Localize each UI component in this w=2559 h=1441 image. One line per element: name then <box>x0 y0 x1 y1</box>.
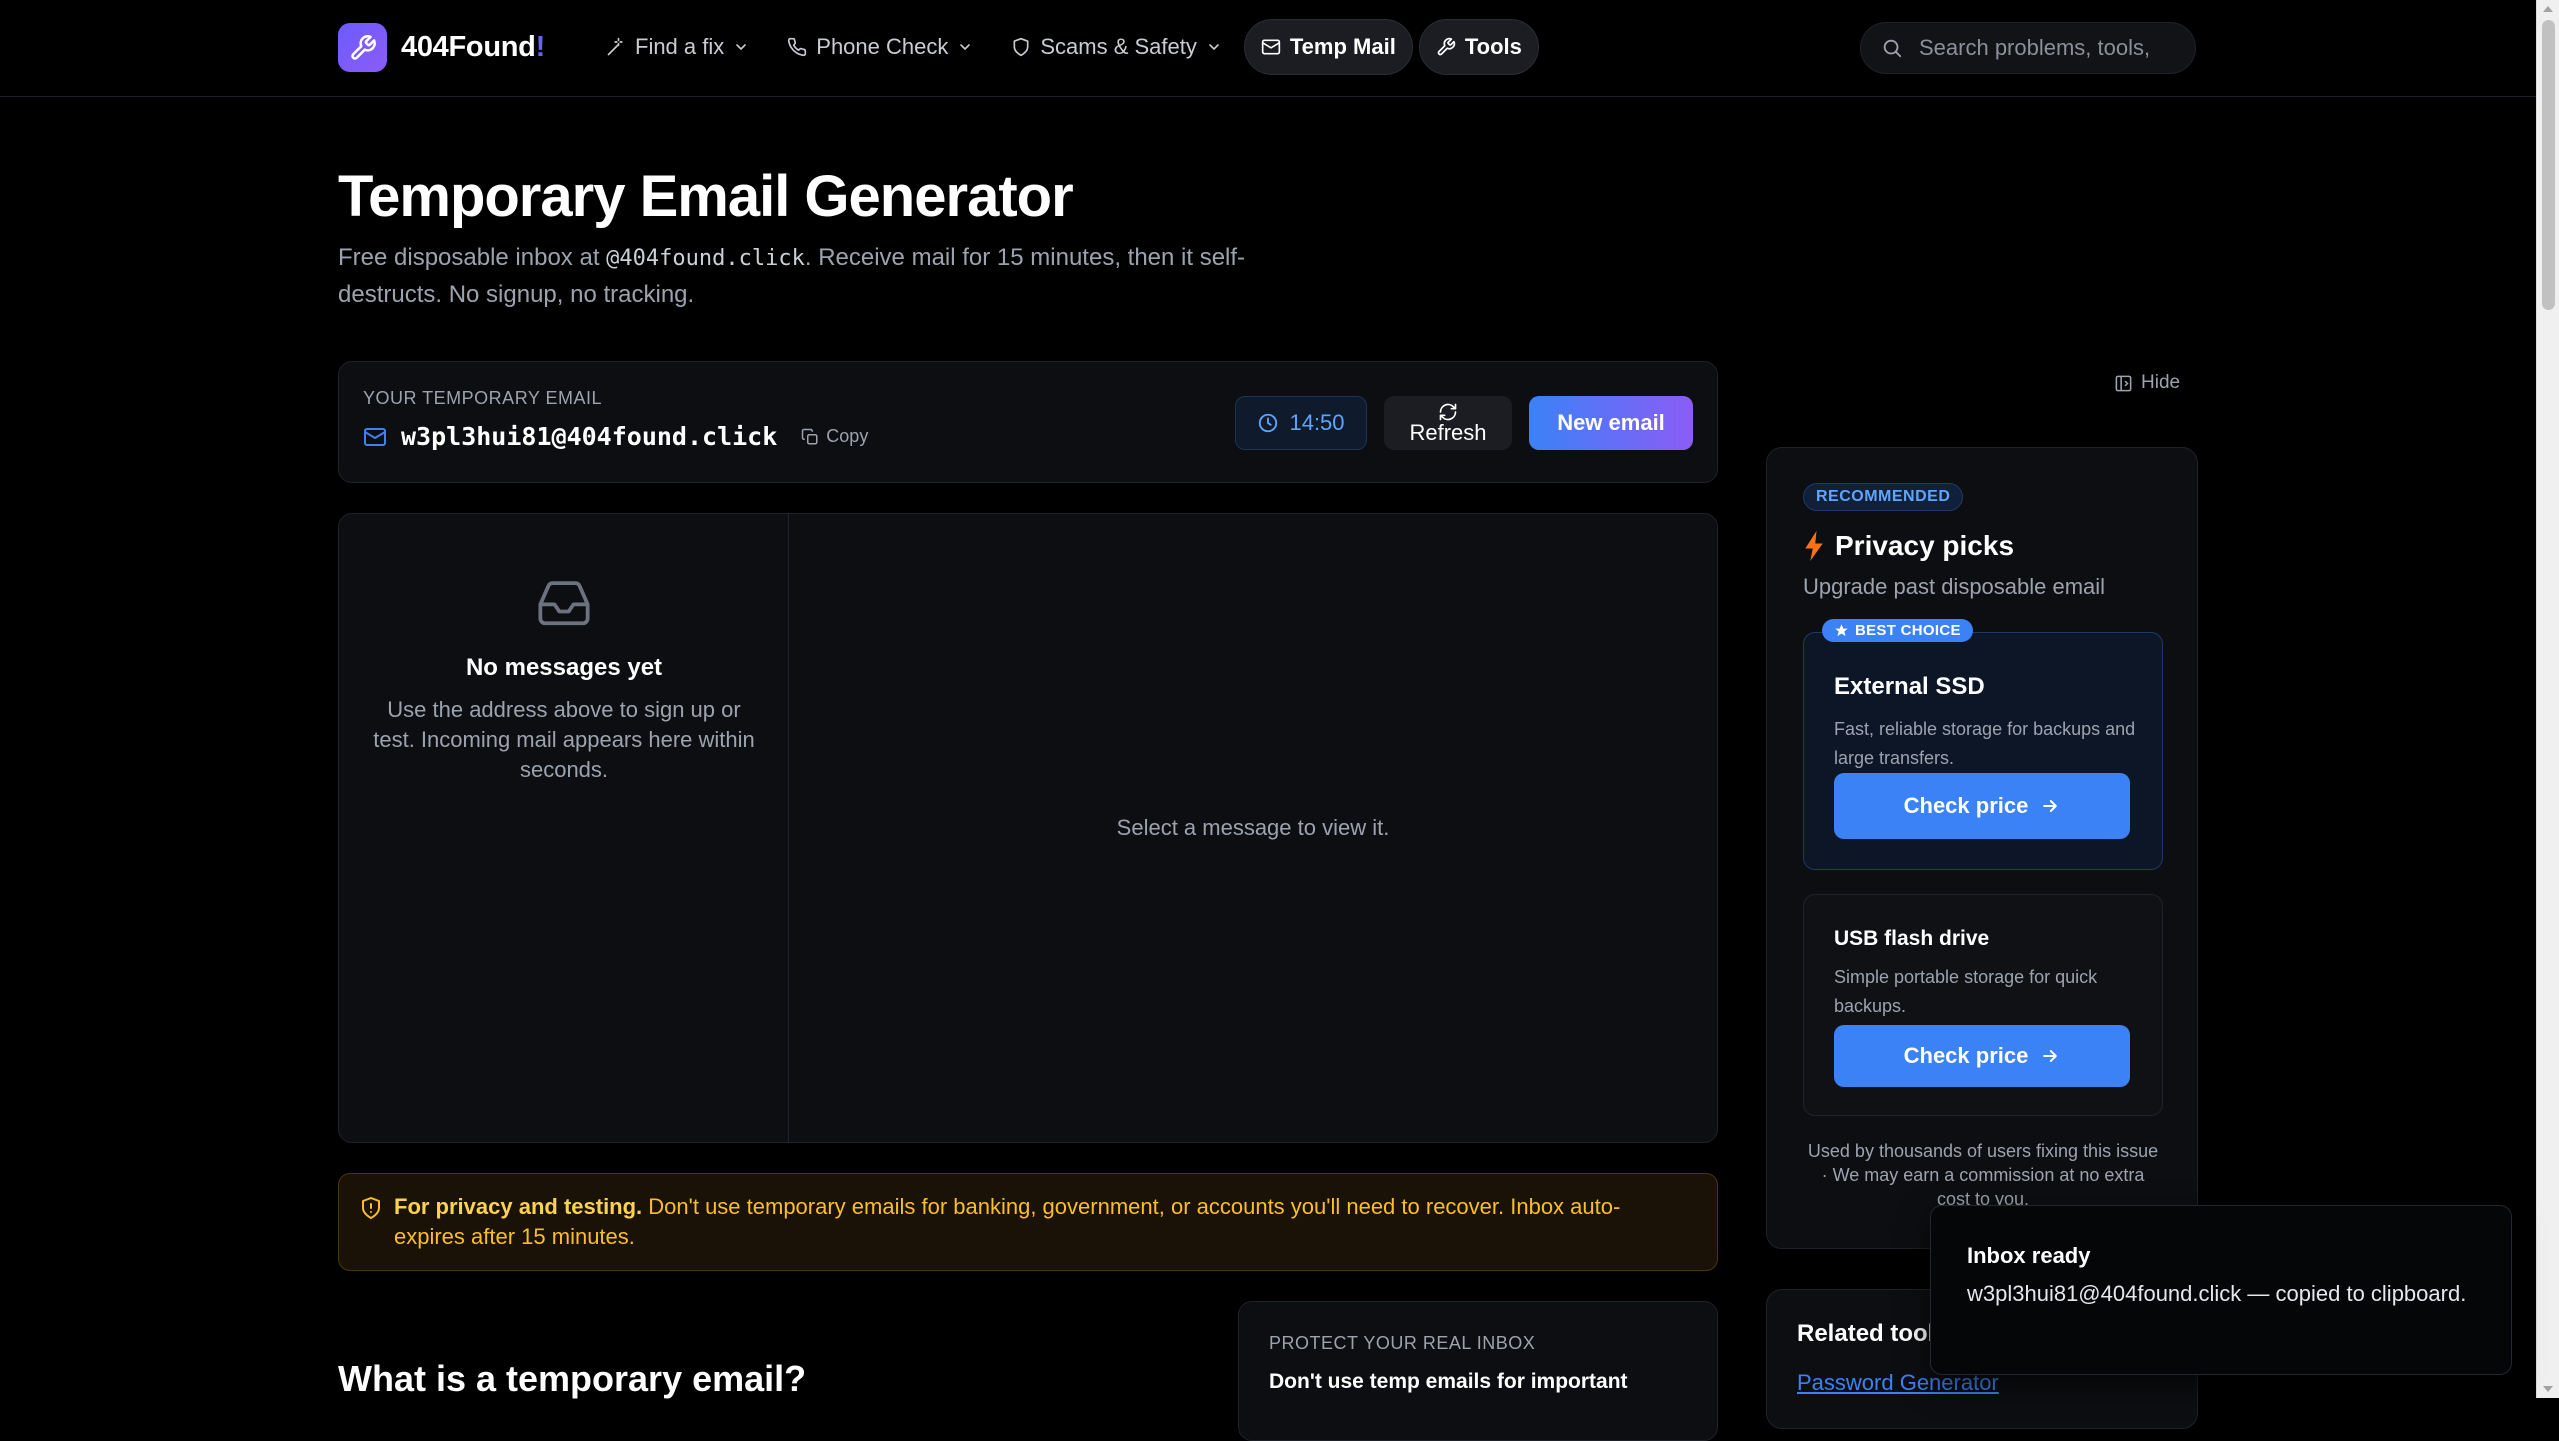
hide-sidebar-button[interactable]: Hide <box>2114 372 2180 394</box>
arrow-right-icon <box>2043 1050 2058 1062</box>
toast-title: Inbox ready <box>1967 1243 2091 1268</box>
nav-scams-safety[interactable]: Scams & Safety <box>995 19 1238 75</box>
inbox-panel: No messages yet Use the address above to… <box>338 513 1718 1143</box>
copy-label: Copy <box>826 426 869 446</box>
temp-email-card: YOUR TEMPORARY EMAIL w3pl3hui81@404found… <box>338 361 1718 483</box>
product-desc: Fast, reliable storage for backups and l… <box>1834 719 2136 768</box>
panel-icon <box>2115 375 2132 391</box>
new-email-button[interactable]: New email <box>1529 396 1693 450</box>
chevron-down-icon <box>736 44 747 51</box>
clock-icon <box>1259 413 1278 433</box>
mail-icon <box>1261 39 1281 55</box>
related-title: Related tools <box>1797 1320 1948 1347</box>
subtitle-domain: @404found.click <box>606 246 805 271</box>
page-subtitle: Free disposable inbox at @404found.click… <box>338 240 1318 313</box>
search-icon <box>1883 39 1902 58</box>
privacy-picks-card: RECOMMENDED Privacy picks Upgrade past d… <box>1766 447 2198 1249</box>
nav-phone-check[interactable]: Phone Check <box>771 19 989 75</box>
product-card-external-ssd: BEST CHOICE External SSD Fast, reliable … <box>1803 619 2163 870</box>
copy-icon <box>802 428 818 444</box>
message-list: No messages yet Use the address above to… <box>339 514 789 1142</box>
scroll-up-icon[interactable] <box>2543 6 2553 12</box>
wrench-icon <box>1437 37 1455 56</box>
empty-text: Use the address above to sign up or test… <box>373 697 755 782</box>
email-label: YOUR TEMPORARY EMAIL <box>363 388 603 408</box>
chevron-down-icon <box>1209 44 1219 51</box>
privacy-warning: For privacy and testing. Don't use tempo… <box>338 1173 1718 1271</box>
email-row: w3pl3hui81@404found.click Copy <box>363 422 868 451</box>
inbox-icon <box>538 581 590 626</box>
site-logo[interactable]: 404Found ! <box>338 23 545 72</box>
wrench-logo-icon <box>338 23 387 72</box>
shield-alert-icon <box>362 1197 380 1219</box>
copy-button[interactable]: Copy <box>801 426 868 447</box>
nav-label: Phone Check <box>816 34 949 59</box>
logo-text: 404Found <box>401 31 536 63</box>
section-title: What is a temporary email? <box>338 1358 807 1399</box>
nav-label: Temp Mail <box>1289 34 1396 59</box>
best-choice-badge: BEST CHOICE <box>1822 619 1973 642</box>
sidebar-title-text: Privacy picks <box>1835 530 2015 561</box>
scroll-down-icon[interactable] <box>2543 1386 2553 1392</box>
wand-icon <box>607 37 623 56</box>
logo-suffix: ! <box>535 31 546 63</box>
search-box[interactable] <box>1860 22 2196 74</box>
recommended-badge: RECOMMENDED <box>1803 483 1964 511</box>
nav-find-a-fix[interactable]: Find a fix <box>590 19 765 75</box>
product-name: USB flash drive <box>1834 927 1990 950</box>
protect-card: PROTECT YOUR REAL INBOX Don't use temp e… <box>1238 1301 1718 1441</box>
page-title: Temporary Email Generator <box>338 164 1074 229</box>
chevron-down-icon <box>960 44 971 51</box>
phone-icon <box>788 37 807 57</box>
mail-icon <box>364 427 386 446</box>
email-address[interactable]: w3pl3hui81@404found.click <box>401 422 777 451</box>
timer-value: 14:50 <box>1289 410 1345 435</box>
empty-title: No messages yet <box>465 654 663 681</box>
affiliate-disclaimer: Used by thousands of users fixing this i… <box>1807 1141 2159 1209</box>
refresh-label: Refresh <box>1409 420 1487 445</box>
page-scrollbar[interactable] <box>2536 0 2559 1398</box>
viewer-placeholder: Select a message to view it. <box>1116 815 1390 840</box>
check-price-button[interactable]: Check price <box>1834 1025 2130 1087</box>
search-input[interactable] <box>1917 34 2177 62</box>
scroll-thumb[interactable] <box>2542 20 2555 310</box>
expiry-timer: 14:50 <box>1235 396 1367 450</box>
check-price-label: Check price <box>1903 793 2029 818</box>
lightning-icon <box>1805 531 1823 561</box>
main-nav: Find a fix Phone Check Scams & Safety Te… <box>590 19 1539 75</box>
warning-text: For privacy and testing. Don't use tempo… <box>394 1192 1684 1252</box>
hide-label: Hide <box>2141 372 2181 393</box>
check-price-label: Check price <box>1903 1043 2029 1068</box>
sidebar-subtitle: Upgrade past disposable email <box>1803 574 2106 599</box>
refresh-icon <box>1439 403 1457 421</box>
product-card-usb-flash-drive: USB flash drive Simple portable storage … <box>1803 894 2163 1116</box>
product-desc: Simple portable storage for quick backup… <box>1834 967 2098 1016</box>
nav-label: Find a fix <box>635 34 725 59</box>
refresh-button[interactable]: Refresh <box>1384 396 1512 450</box>
nav-label: Scams & Safety <box>1040 34 1197 59</box>
toast-message: w3pl3hui81@404found.click — copied to cl… <box>1967 1281 2467 1306</box>
nav-label: Tools <box>1464 34 1522 59</box>
arrow-right-icon <box>2043 800 2058 812</box>
shield-icon <box>1013 37 1029 57</box>
warning-bold: For privacy and testing. <box>394 1194 643 1219</box>
subtitle-text: Free disposable inbox at <box>338 244 607 271</box>
star-icon <box>1835 624 1848 637</box>
message-viewer: Select a message to view it. <box>789 514 1717 1142</box>
protect-title: Don't use temp emails for important <box>1269 1370 1628 1393</box>
protect-label: PROTECT YOUR REAL INBOX <box>1269 1333 1536 1353</box>
top-nav-bar: 404Found ! Find a fix Phone Check Scams … <box>0 0 2536 97</box>
nav-tools[interactable]: Tools <box>1418 19 1539 75</box>
product-name: External SSD <box>1834 673 1985 700</box>
sidebar-title: Privacy picks <box>1803 530 2014 562</box>
best-choice-label: BEST CHOICE <box>1855 622 1961 639</box>
toast-notification[interactable]: Inbox ready w3pl3hui81@404found.click — … <box>1930 1205 2512 1375</box>
check-price-button[interactable]: Check price <box>1834 773 2130 839</box>
nav-temp-mail[interactable]: Temp Mail <box>1243 19 1413 75</box>
